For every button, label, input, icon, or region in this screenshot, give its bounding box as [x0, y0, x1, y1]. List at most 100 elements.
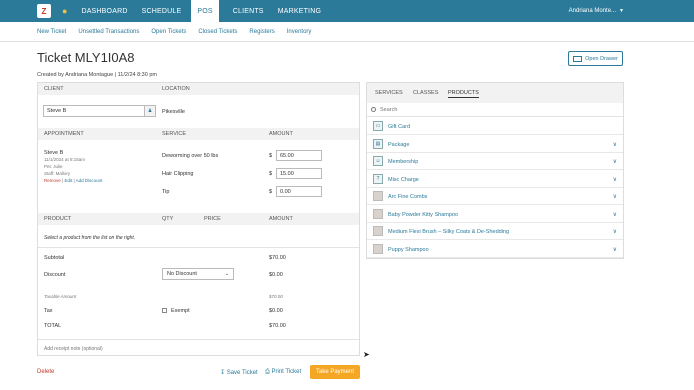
- nav-tab-dashboard[interactable]: DASHBOARD: [81, 0, 127, 22]
- edit-link[interactable]: Edit: [64, 178, 72, 183]
- user-menu[interactable]: Andriana Monte... ▼: [569, 0, 624, 22]
- tax-value: $0.00: [269, 308, 283, 314]
- discount-value: $0.00: [269, 272, 283, 278]
- total-label: TOTAL: [44, 323, 62, 329]
- discount-select[interactable]: No Discount ⌄: [162, 268, 234, 280]
- chevron-down-icon[interactable]: ∨: [613, 193, 617, 200]
- catalog-item-name: Medium Flexi Brush – Silky Coats & De-Sh…: [388, 229, 510, 235]
- catalog-item-name: Gift Card: [388, 124, 411, 130]
- catalog-tabs: SERVICES CLASSES PRODUCTS: [367, 83, 623, 103]
- membership-icon: ☺: [373, 156, 383, 166]
- subnav-unsettled-transactions[interactable]: Unsettled Transactions: [78, 29, 139, 35]
- client-input[interactable]: Steve B: [43, 105, 145, 117]
- currency-symbol: $: [269, 171, 273, 177]
- client-header: CLIENT: [44, 86, 64, 92]
- subnav-inventory[interactable]: Inventory: [287, 29, 312, 35]
- catalog-item[interactable]: Arc Fine Combs ∨: [367, 188, 623, 205]
- catalog-item[interactable]: Medium Flexi Brush – Silky Coats & De-Sh…: [367, 223, 623, 240]
- download-icon: ↧: [220, 370, 226, 376]
- remove-link[interactable]: Remove: [44, 178, 61, 183]
- catalog-item[interactable]: ▤ Package ∨: [367, 136, 623, 153]
- question-icon: ?: [373, 173, 383, 184]
- ticket-panel: CLIENT LOCATION Steve B ♟ Pikesville APP…: [37, 82, 360, 356]
- appointment-client: Steve B: [44, 150, 64, 156]
- package-icon: ▤: [373, 138, 383, 149]
- catalog-item[interactable]: ☺ Membership ∨: [367, 153, 623, 170]
- product-photo-icon: [373, 208, 383, 219]
- product-header: PRODUCT: [44, 216, 72, 222]
- exempt-label: Exempt: [171, 308, 190, 314]
- service-amount-input[interactable]: 65.00: [276, 150, 322, 161]
- discount-select-value: No Discount: [167, 271, 197, 277]
- client-lookup-icon[interactable]: ♟: [144, 105, 156, 117]
- tab-classes[interactable]: CLASSES: [413, 90, 438, 96]
- open-drawer-button[interactable]: Open Drawer: [568, 51, 623, 66]
- catalog-search[interactable]: Search: [367, 103, 623, 117]
- tab-services[interactable]: SERVICES: [375, 90, 403, 96]
- receipt-note-input[interactable]: Add receipt note (optional): [44, 346, 103, 352]
- currency-symbol: $: [269, 189, 273, 195]
- catalog-item-name: Puppy Shampoo: [388, 246, 429, 253]
- appointment-date: 11/1/2024 at 8:15am: [44, 157, 85, 162]
- location-value: Pikesville: [162, 109, 185, 115]
- catalog-item-name: Package: [388, 141, 410, 148]
- page-title: Ticket MLY1I0A8: [37, 50, 135, 65]
- catalog-item[interactable]: Puppy Shampoo ∨: [367, 241, 623, 258]
- delete-button[interactable]: Delete: [37, 369, 54, 375]
- chevron-down-icon[interactable]: ∨: [613, 246, 617, 253]
- subnav-open-tickets[interactable]: Open Tickets: [151, 29, 186, 35]
- take-payment-button[interactable]: Take Payment: [310, 365, 360, 379]
- chevron-down-icon[interactable]: ∨: [613, 176, 617, 183]
- user-name: Andriana Monte...: [568, 8, 617, 14]
- price-header: PRICE: [204, 216, 221, 222]
- bell-icon[interactable]: ●: [62, 6, 67, 16]
- total-value: $70.00: [269, 323, 286, 329]
- tab-products[interactable]: PRODUCTS: [448, 90, 479, 98]
- catalog-item-name: Baby Powder Kitty Shampoo: [388, 211, 459, 218]
- add-discount-link[interactable]: Add Discount: [76, 178, 103, 183]
- chevron-down-icon[interactable]: ∨: [613, 228, 617, 235]
- catalog-item-name: Arc Fine Combs: [388, 194, 428, 200]
- qty-header: QTY: [162, 216, 174, 222]
- nav-tab-clients[interactable]: CLIENTS: [233, 0, 264, 22]
- sub-nav: New Ticket Unsettled Transactions Open T…: [0, 22, 694, 42]
- cash-drawer-icon: [573, 55, 583, 62]
- catalog-item[interactable]: Baby Powder Kitty Shampoo ∨: [367, 206, 623, 223]
- search-input[interactable]: Search: [380, 107, 397, 113]
- divider: [38, 339, 359, 340]
- client-header-row: CLIENT LOCATION: [38, 83, 359, 95]
- service-amount-input[interactable]: 15.00: [276, 168, 322, 179]
- chevron-down-icon: ⌄: [224, 271, 229, 277]
- subtotal-value: $70.00: [269, 255, 286, 261]
- empty-products-message: Select a product from the list on the ri…: [44, 235, 136, 241]
- subnav-registers[interactable]: Registers: [249, 29, 274, 35]
- tip-label: Tip: [162, 189, 170, 195]
- app-logo[interactable]: Z: [37, 4, 51, 18]
- save-ticket-button[interactable]: ↧ Save Ticket: [220, 369, 258, 376]
- tax-exempt-checkbox[interactable]: [162, 308, 167, 313]
- nav-tab-schedule[interactable]: SCHEDULE: [142, 0, 182, 22]
- catalog-item[interactable]: ▭ Gift Card: [367, 118, 623, 135]
- chevron-down-icon[interactable]: ∨: [613, 211, 617, 218]
- catalog-item[interactable]: ? Misc Charge ∨: [367, 171, 623, 188]
- product-photo-icon: [373, 191, 383, 201]
- subnav-new-ticket[interactable]: New Ticket: [37, 29, 66, 35]
- nav-tab-pos[interactable]: POS: [191, 0, 219, 22]
- divider: [38, 247, 359, 248]
- chevron-down-icon[interactable]: ∨: [613, 141, 617, 148]
- nav-tab-marketing[interactable]: MARKETING: [278, 0, 321, 22]
- product-photo-icon: [373, 226, 383, 236]
- appointment-actions: Remove | Edit | Add Discount: [44, 178, 103, 183]
- chevron-down-icon[interactable]: ∨: [613, 158, 617, 165]
- amount-header: AMOUNT: [269, 216, 293, 222]
- mouse-cursor-icon: ➤: [363, 350, 370, 359]
- print-ticket-button[interactable]: ⎙ Print Ticket: [265, 369, 301, 376]
- appointment-header: APPOINTMENT: [44, 131, 84, 137]
- save-ticket-label: Save Ticket: [226, 370, 258, 376]
- subtotal-label: Subtotal: [44, 255, 65, 261]
- tip-amount-input[interactable]: 0.00: [276, 186, 322, 197]
- currency-symbol: $: [269, 153, 273, 159]
- print-icon: ⎙: [265, 369, 270, 375]
- appointment-header-row: APPOINTMENT SERVICE AMOUNT: [38, 128, 359, 140]
- subnav-closed-tickets[interactable]: Closed Tickets: [198, 29, 237, 35]
